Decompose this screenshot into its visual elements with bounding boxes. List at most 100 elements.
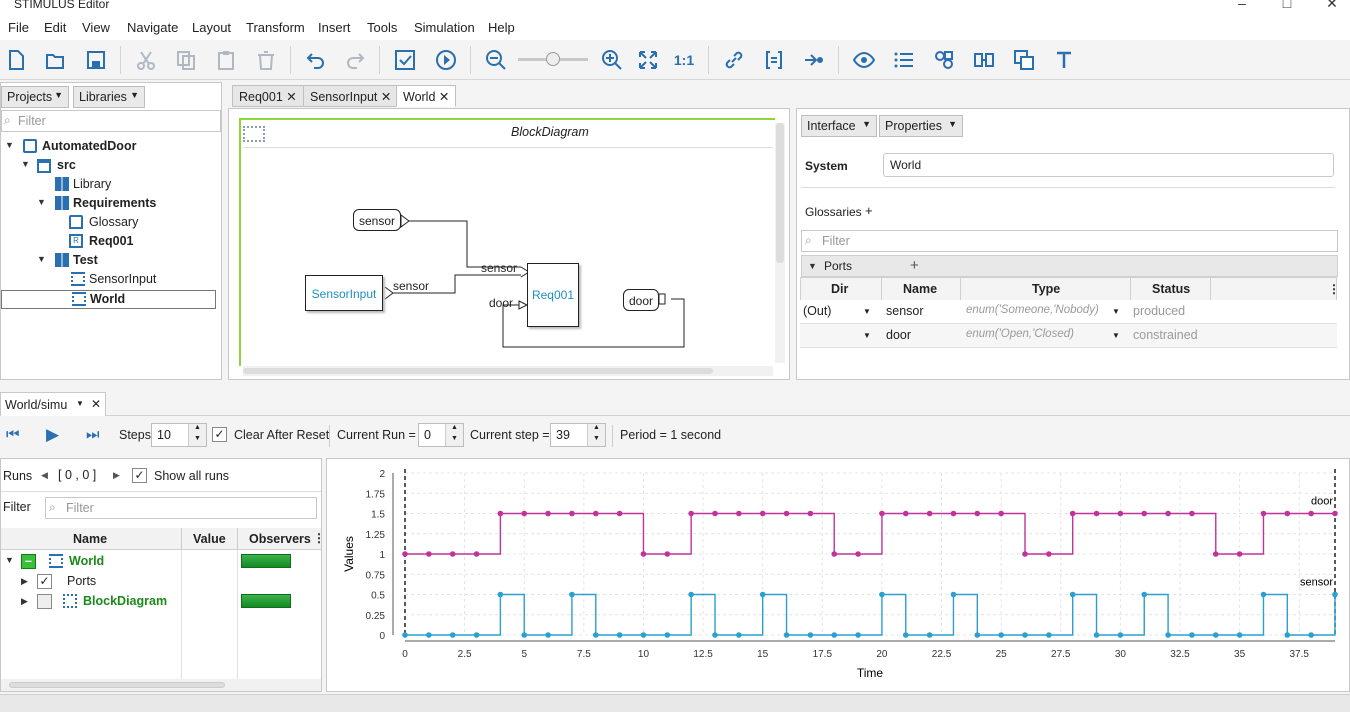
- tab-req001[interactable]: Req001 ✕: [232, 85, 304, 107]
- menu-edit[interactable]: Edit: [44, 20, 66, 35]
- reset-icon[interactable]: ⏮: [6, 426, 20, 443]
- partial-check-icon[interactable]: –: [21, 554, 36, 569]
- system-field[interactable]: World: [883, 153, 1334, 177]
- ports-header[interactable]: ▼ Ports +: [801, 255, 1338, 277]
- port-name[interactable]: sensor: [886, 304, 924, 318]
- projects-tab[interactable]: Projects ▼: [1, 86, 69, 108]
- paste-icon[interactable]: [214, 48, 238, 72]
- windows-icon[interactable]: [1012, 48, 1036, 72]
- menu-layout[interactable]: Layout: [192, 20, 231, 35]
- close-icon[interactable]: ✕: [1322, 0, 1342, 12]
- libraries-tab[interactable]: Libraries ▼: [73, 86, 145, 108]
- tree-item-world[interactable]: World: [1, 290, 216, 309]
- column-name[interactable]: Name: [73, 532, 107, 546]
- cut-icon[interactable]: [134, 48, 158, 72]
- chevron-down-icon[interactable]: ▼: [1112, 331, 1120, 340]
- decrement-icon[interactable]: ▼: [587, 435, 605, 446]
- scrollbar-thumb[interactable]: [9, 682, 225, 688]
- menu-help[interactable]: Help: [488, 20, 515, 35]
- column-value[interactable]: Value: [193, 532, 226, 546]
- diagram-canvas[interactable]: BlockDiagram sensor SensorInput Req001 d…: [228, 108, 790, 380]
- increment-icon[interactable]: ▲: [445, 424, 463, 435]
- zoom-slider-thumb[interactable]: [546, 52, 560, 66]
- column-type[interactable]: Type: [1032, 282, 1060, 296]
- list-icon[interactable]: [892, 48, 916, 72]
- interface-filter[interactable]: ⌕ Filter: [801, 230, 1338, 252]
- play-icon[interactable]: ▶: [46, 425, 59, 445]
- previous-run-icon[interactable]: ◀: [41, 470, 48, 481]
- menu-file[interactable]: File: [8, 20, 29, 35]
- sensorinput-block[interactable]: SensorInput: [305, 275, 383, 311]
- decrement-icon[interactable]: ▼: [188, 435, 206, 446]
- close-icon[interactable]: ✕: [286, 90, 296, 104]
- simulate-icon[interactable]: [434, 48, 458, 72]
- redo-icon[interactable]: [343, 48, 367, 72]
- menu-insert[interactable]: Insert: [318, 20, 351, 35]
- zoom-out-icon[interactable]: [484, 48, 508, 72]
- values-chart[interactable]: 00.250.50.7511.251.51.7520 2.5 5 7.5 10 12.5 1…: [327, 459, 1349, 691]
- minimize-icon[interactable]: –: [1232, 0, 1252, 11]
- column-name[interactable]: Name: [903, 282, 937, 296]
- fit-icon[interactable]: [636, 48, 660, 72]
- steps-spinner[interactable]: 10 ▲ ▼: [151, 423, 207, 447]
- maximize-icon[interactable]: □: [1277, 0, 1297, 11]
- menu-transform[interactable]: Transform: [246, 20, 305, 35]
- text-icon[interactable]: [1052, 48, 1076, 72]
- port-type[interactable]: enum('Open,'Closed): [966, 328, 1074, 340]
- menu-view[interactable]: View: [82, 20, 110, 35]
- components-icon[interactable]: [932, 48, 956, 72]
- menu-simulation[interactable]: Simulation: [414, 20, 475, 35]
- next-run-icon[interactable]: ▶: [113, 470, 120, 481]
- current-step-spinner[interactable]: 39 ▲ ▼: [550, 423, 606, 447]
- current-run-spinner[interactable]: 0 ▲ ▼: [418, 423, 464, 447]
- save-icon[interactable]: [84, 48, 108, 72]
- sensor-port-block[interactable]: sensor: [353, 209, 401, 231]
- step-value[interactable]: 39: [556, 428, 570, 442]
- clear-after-reset-checkbox[interactable]: ✓: [212, 427, 227, 442]
- check-icon[interactable]: [393, 48, 417, 72]
- port-icon[interactable]: [802, 48, 826, 72]
- blockdiagram-checkbox[interactable]: [37, 594, 52, 609]
- runs-horizontal-scrollbar[interactable]: [1, 679, 321, 691]
- tab-world-simu[interactable]: World/simu ▼ ✕: [0, 392, 106, 416]
- increment-icon[interactable]: ▲: [587, 424, 605, 435]
- column-status[interactable]: Status: [1152, 282, 1190, 296]
- layout-icon[interactable]: [972, 48, 996, 72]
- ports-checkbox[interactable]: ✓: [37, 574, 52, 589]
- open-file-icon[interactable]: [43, 48, 67, 72]
- zoom-reset-button[interactable]: 1:1: [672, 48, 696, 72]
- add-glossary-icon[interactable]: +: [865, 203, 873, 218]
- column-menu-icon[interactable]: ⋮: [313, 531, 325, 545]
- eye-icon[interactable]: [852, 48, 876, 72]
- undo-icon[interactable]: [304, 48, 328, 72]
- runs-filter-input[interactable]: ⌕ Filter: [45, 497, 317, 519]
- step-forward-icon[interactable]: ⏭: [86, 426, 100, 443]
- zoom-in-icon[interactable]: [600, 48, 624, 72]
- tab-world[interactable]: World ✕: [396, 85, 457, 107]
- copy-icon[interactable]: [174, 48, 198, 72]
- show-all-runs-checkbox[interactable]: ✓: [132, 468, 147, 483]
- scrollbar-thumb[interactable]: [243, 368, 713, 374]
- bracket-icon[interactable]: [762, 48, 786, 72]
- delete-icon[interactable]: [254, 48, 278, 72]
- tab-sensorinput[interactable]: SensorInput ✕: [303, 85, 399, 107]
- link-icon[interactable]: [722, 48, 746, 72]
- close-icon[interactable]: ✕: [91, 397, 101, 411]
- increment-icon[interactable]: ▲: [188, 424, 206, 435]
- new-file-icon[interactable]: [4, 48, 28, 72]
- steps-value[interactable]: 10: [157, 428, 171, 442]
- project-filter[interactable]: ⌕ Filter: [1, 110, 221, 132]
- close-icon[interactable]: ✕: [439, 90, 449, 104]
- horizontal-scrollbar[interactable]: [243, 366, 773, 376]
- vertical-scrollbar[interactable]: [775, 123, 785, 363]
- port-type[interactable]: enum('Someone,'Nobody): [966, 304, 1099, 316]
- decrement-icon[interactable]: ▼: [445, 435, 463, 446]
- chevron-down-icon[interactable]: ▼: [863, 331, 871, 340]
- run-value[interactable]: 0: [424, 428, 431, 442]
- column-menu-icon[interactable]: ⋮: [1328, 282, 1340, 296]
- port-name[interactable]: door: [886, 328, 911, 342]
- chevron-down-icon[interactable]: ▼: [1112, 307, 1120, 316]
- close-icon[interactable]: ✕: [381, 90, 391, 104]
- chevron-down-icon[interactable]: ▼: [863, 307, 871, 316]
- column-dir[interactable]: Dir: [831, 282, 848, 296]
